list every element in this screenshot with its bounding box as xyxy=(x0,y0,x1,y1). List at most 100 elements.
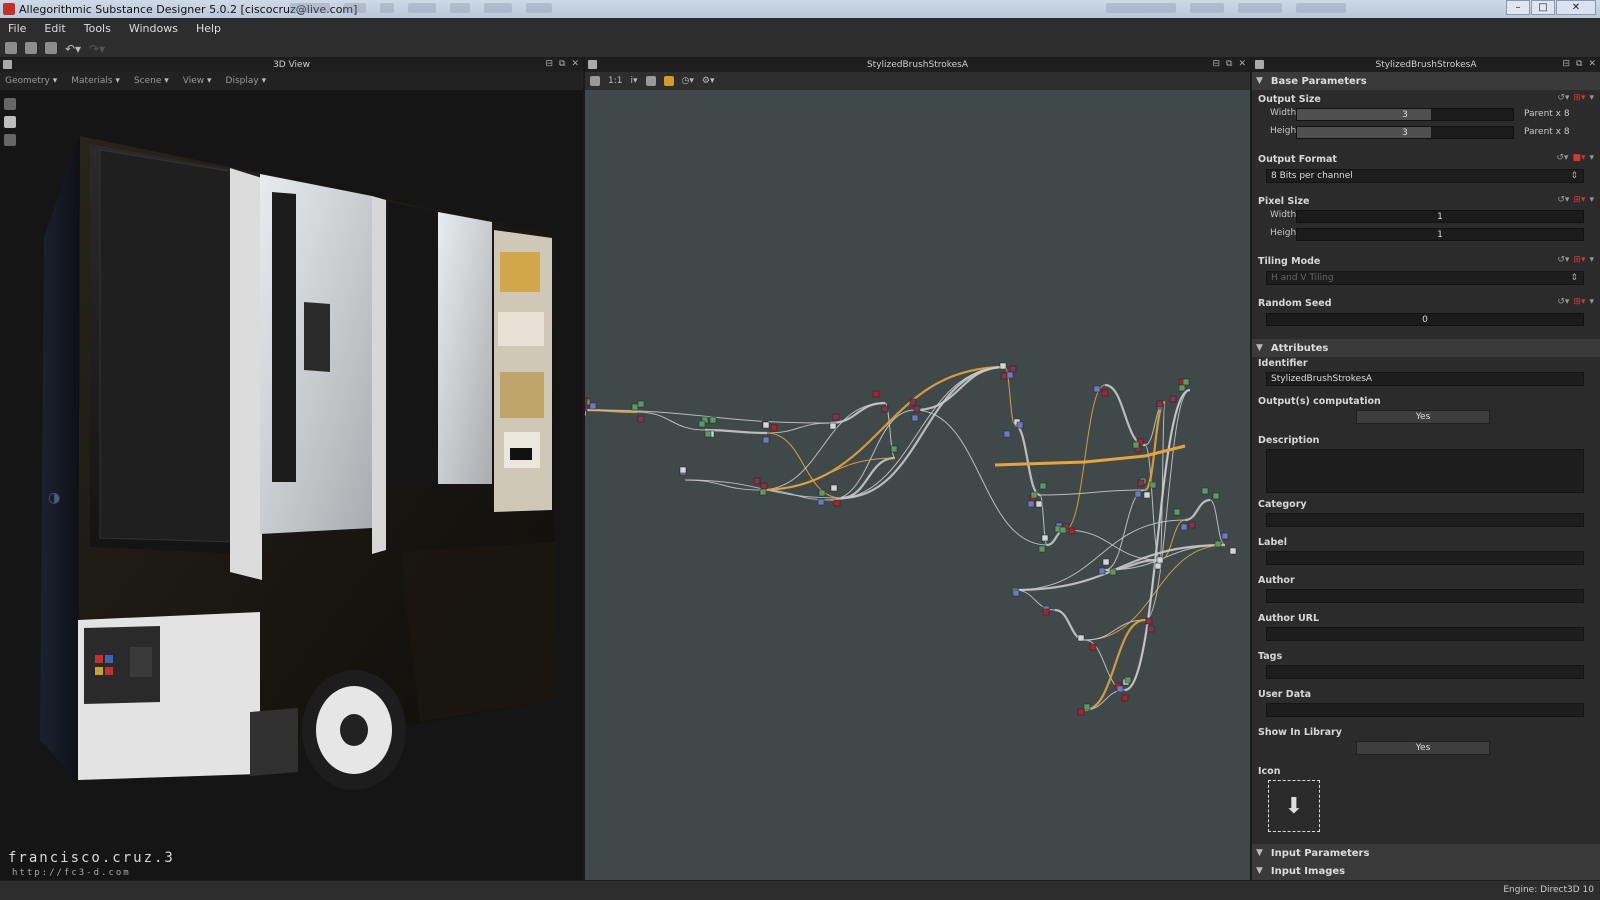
graph-node[interactable] xyxy=(585,404,588,412)
identifier-input[interactable]: StylizedBrushStrokesA xyxy=(1266,372,1584,386)
section-base-parameters[interactable]: ▼ Base Parameters xyxy=(1252,72,1600,90)
expand-icon[interactable]: ▾ xyxy=(1589,195,1594,205)
graph-node[interactable] xyxy=(1068,527,1076,535)
graph-node[interactable] xyxy=(585,397,588,405)
pixel-height-slider[interactable]: 1 xyxy=(1296,228,1584,241)
graph-node[interactable] xyxy=(1098,567,1106,575)
graph-node[interactable] xyxy=(1101,389,1109,397)
graph-node[interactable] xyxy=(1000,372,1008,380)
graph-node[interactable] xyxy=(1083,703,1091,711)
graph-node[interactable] xyxy=(1006,371,1014,379)
graph-link[interactable] xyxy=(1014,423,1041,497)
graph-node[interactable] xyxy=(762,436,770,444)
graph-node[interactable] xyxy=(911,414,919,422)
graph-node[interactable] xyxy=(1089,643,1097,651)
node-graph-canvas[interactable] xyxy=(585,90,1250,880)
panel-close-icon[interactable]: ✕ xyxy=(1238,59,1246,69)
graph-panel[interactable]: 1:1 ⅰ▾ ◷▾ ⚙▾ xyxy=(585,72,1250,880)
graph-node[interactable] xyxy=(818,489,826,497)
link-icon[interactable]: ↺▾ xyxy=(1557,195,1569,205)
graph-node[interactable] xyxy=(1038,545,1046,553)
menu-tools[interactable]: Tools xyxy=(84,22,111,35)
graph-node[interactable] xyxy=(631,403,639,411)
description-textarea[interactable] xyxy=(1266,449,1584,493)
info-icon[interactable]: ⅰ▾ xyxy=(630,76,637,86)
graph-node[interactable] xyxy=(872,390,880,398)
tags-input[interactable] xyxy=(1266,665,1584,679)
graph-node[interactable] xyxy=(1147,625,1155,633)
graph-node[interactable] xyxy=(1178,384,1186,392)
graph-node[interactable] xyxy=(1173,508,1181,516)
new-package-icon[interactable] xyxy=(5,41,17,54)
inherit-icon[interactable]: ⊞▾ xyxy=(1573,297,1585,307)
menu-edit[interactable]: Edit xyxy=(44,22,65,35)
inherit-icon[interactable]: ⊞▾ xyxy=(1573,195,1585,205)
graph-node[interactable] xyxy=(760,482,768,490)
graph-node[interactable] xyxy=(890,445,898,453)
menu-file[interactable]: File xyxy=(8,22,26,35)
pin-icon[interactable]: ⊟ xyxy=(545,59,553,69)
graph-node[interactable] xyxy=(1188,521,1196,529)
download-icon[interactable]: ⬇ xyxy=(1268,780,1320,832)
graph-link[interactable] xyxy=(1124,389,1191,691)
timer-icon[interactable]: ◷▾ xyxy=(682,76,694,86)
pin-icon[interactable]: ⊟ xyxy=(1562,59,1570,69)
layout-icon[interactable] xyxy=(663,76,674,86)
graph-link-highlighted[interactable] xyxy=(1084,618,1146,712)
graph-node[interactable] xyxy=(1039,482,1047,490)
close-button[interactable]: ✕ xyxy=(1556,0,1596,15)
graph-node[interactable] xyxy=(1121,694,1129,702)
gear-icon[interactable]: ⚙▾ xyxy=(702,76,715,86)
graph-node[interactable] xyxy=(1132,441,1140,449)
graph-node[interactable] xyxy=(1016,421,1024,429)
graph-node[interactable] xyxy=(1143,491,1151,499)
graph-node[interactable] xyxy=(1212,492,1220,500)
graph-node[interactable] xyxy=(1093,385,1101,393)
graph-link[interactable] xyxy=(1039,489,1146,496)
graph-node[interactable] xyxy=(999,362,1007,370)
graph-node[interactable] xyxy=(1012,589,1020,597)
menu-help[interactable]: Help xyxy=(196,22,221,35)
graph-node[interactable] xyxy=(1137,479,1145,487)
inherit-icon[interactable]: ■▾ xyxy=(1572,153,1585,163)
undo-icon[interactable]: ↶▾ xyxy=(65,42,81,56)
link-icon[interactable]: ↺▾ xyxy=(1556,153,1568,163)
graph-node[interactable] xyxy=(1109,568,1117,576)
graph-link-highlighted[interactable] xyxy=(1143,400,1167,492)
section-attributes[interactable]: ▼ Attributes xyxy=(1252,339,1600,357)
collapse-triangle-icon[interactable]: ▼ xyxy=(1256,866,1263,876)
zoom-one-to-one[interactable]: 1:1 xyxy=(608,76,622,86)
graph-node[interactable] xyxy=(1134,490,1142,498)
graph-node[interactable] xyxy=(762,421,770,429)
graph-node[interactable] xyxy=(1041,534,1049,542)
user-data-input[interactable] xyxy=(1266,703,1584,717)
graph-node[interactable] xyxy=(704,430,712,438)
panel-close-icon[interactable]: ✕ xyxy=(1588,59,1596,69)
graph-node[interactable] xyxy=(913,405,921,413)
output-height-slider[interactable]: 3 xyxy=(1296,126,1514,139)
section-input-images[interactable]: ▼ Input Images xyxy=(1252,862,1600,880)
search-icon[interactable] xyxy=(645,76,656,86)
graph-node[interactable] xyxy=(1145,617,1153,625)
graph-node[interactable] xyxy=(1102,558,1110,566)
graph-node[interactable] xyxy=(1059,526,1067,534)
graph-node[interactable] xyxy=(679,466,687,474)
graph-node[interactable] xyxy=(1154,562,1162,570)
graph-node[interactable] xyxy=(1030,491,1038,499)
output-format-select[interactable]: 8 Bits per channel xyxy=(1266,169,1584,183)
menu-windows[interactable]: Windows xyxy=(129,22,178,35)
frame-all-icon[interactable] xyxy=(590,76,600,86)
graph-link-selected[interactable] xyxy=(994,444,1186,467)
label-input[interactable] xyxy=(1266,551,1584,565)
pixel-width-slider[interactable]: 1 xyxy=(1296,210,1584,223)
graph-link[interactable] xyxy=(914,409,1048,546)
collapse-triangle-icon[interactable]: ▼ xyxy=(1256,76,1263,86)
graph-node[interactable] xyxy=(1201,487,1209,495)
graph-node[interactable] xyxy=(1182,378,1190,386)
graph-link-highlighted[interactable] xyxy=(1064,384,1106,531)
category-input[interactable] xyxy=(1266,513,1584,527)
author-input[interactable] xyxy=(1266,589,1584,603)
graph-node[interactable] xyxy=(753,477,761,485)
graph-node[interactable] xyxy=(1035,500,1043,508)
graph-node[interactable] xyxy=(1042,608,1050,616)
